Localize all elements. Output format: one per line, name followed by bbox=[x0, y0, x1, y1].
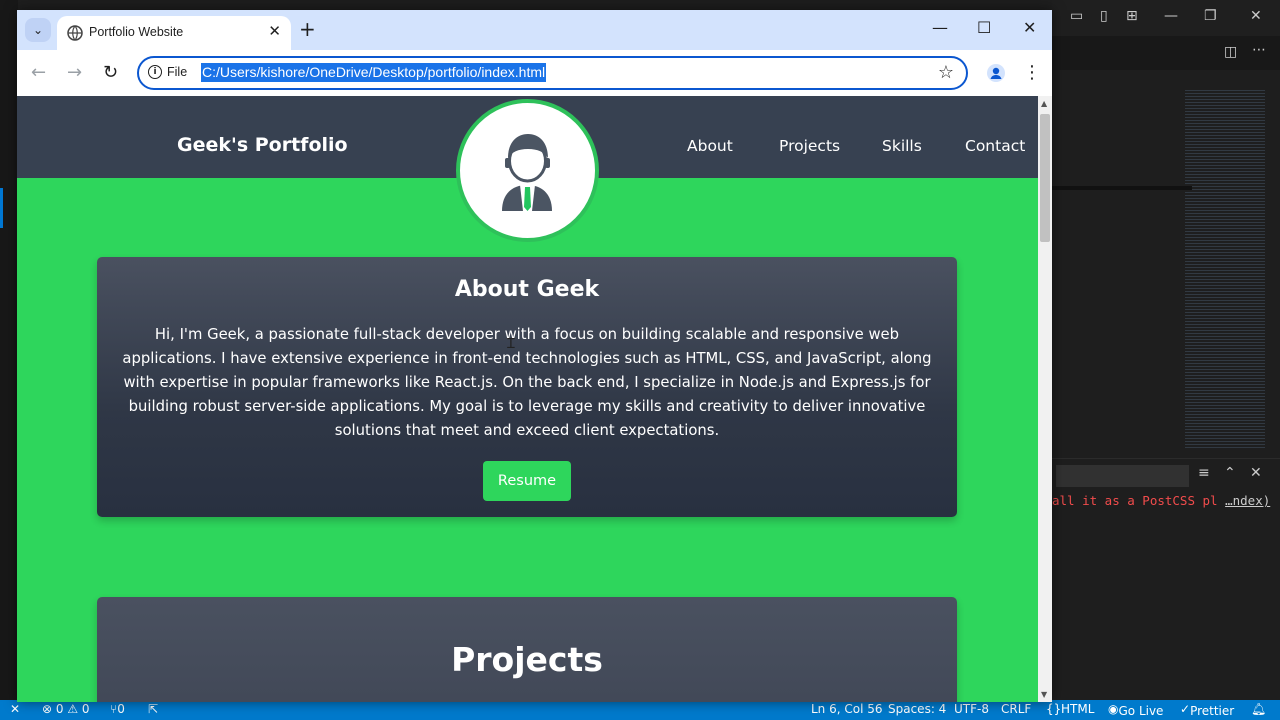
tab-search-chevron-down-icon[interactable]: ⌄ bbox=[25, 18, 51, 42]
editor-tab-bar: ◫ ⋯ bbox=[1052, 36, 1280, 70]
window-minimize-button[interactable]: — bbox=[932, 18, 948, 37]
prettier-button[interactable]: ✓ Prettier bbox=[1180, 702, 1234, 718]
site-info-icon[interactable]: i bbox=[148, 65, 162, 79]
terminal-error-line: all it as a PostCSS pl …ndex) bbox=[1052, 493, 1270, 508]
page-viewport: Geek's Portfolio About Projects Skills C… bbox=[17, 96, 1038, 702]
editor-minimap[interactable] bbox=[1185, 90, 1265, 450]
terminal-error-link[interactable]: …ndex) bbox=[1225, 493, 1270, 508]
customize-layout-icon[interactable]: ⊞ bbox=[1126, 8, 1138, 24]
window-close-button[interactable]: ✕ bbox=[1023, 18, 1036, 37]
split-editor-icon[interactable]: ◫ bbox=[1224, 44, 1237, 60]
line-endings[interactable]: CRLF bbox=[1001, 702, 1031, 716]
indentation[interactable]: Spaces: 4 bbox=[888, 702, 946, 716]
nav-link-about[interactable]: About bbox=[687, 137, 733, 155]
go-live-button[interactable]: ◉ Go Live bbox=[1108, 702, 1163, 718]
ports-indicator[interactable]: ⑂0 bbox=[110, 702, 125, 716]
editor-activity-bar bbox=[0, 0, 18, 700]
go-live-label: Go Live bbox=[1118, 704, 1164, 718]
scroll-down-arrow-icon[interactable]: ▼ bbox=[1041, 690, 1047, 699]
reload-icon[interactable]: ↻ bbox=[103, 62, 118, 83]
status-bar: ✕ ⊗ 0 ⚠ 0 ⑂0 ⇱ Ln 6, Col 56 Spaces: 4 UT… bbox=[0, 700, 1280, 720]
notifications-bell-icon[interactable]: 🔔︎ bbox=[1251, 702, 1266, 716]
tab-title: Portfolio Website bbox=[89, 25, 184, 39]
scroll-up-arrow-icon[interactable]: ▲ bbox=[1041, 99, 1047, 108]
browser-window: ⌄ Portfolio Website ✕ + — ☐ ✕ ← → ↻ i Fi… bbox=[17, 10, 1052, 702]
site-brand[interactable]: Geek's Portfolio bbox=[177, 134, 348, 156]
about-section: About Geek Hi, I'm Geek, a passionate fu… bbox=[97, 257, 957, 517]
live-share-icon[interactable]: ⇱ bbox=[148, 702, 158, 716]
browser-toolbar: ← → ↻ i File C:/Users/kishore/OneDrive/D… bbox=[17, 50, 1052, 96]
person-avatar-icon bbox=[502, 134, 552, 211]
about-text: Hi, I'm Geek, a passionate full-stack de… bbox=[122, 326, 932, 439]
editor-horizontal-scrollbar[interactable] bbox=[1052, 186, 1192, 190]
new-tab-button[interactable]: + bbox=[299, 17, 316, 41]
url-text-selected[interactable]: C:/Users/kishore/OneDrive/Desktop/portfo… bbox=[201, 63, 547, 82]
tab-close-icon[interactable]: ✕ bbox=[268, 22, 281, 40]
editor-minimize-icon[interactable]: — bbox=[1164, 8, 1178, 24]
nav-link-skills[interactable]: Skills bbox=[882, 137, 922, 155]
bookmark-star-icon[interactable]: ☆ bbox=[938, 62, 954, 83]
globe-icon bbox=[67, 25, 83, 41]
activity-active-marker bbox=[0, 188, 3, 228]
layout-sidebar-icon[interactable]: ▯ bbox=[1100, 8, 1108, 24]
about-title: About Geek bbox=[454, 277, 600, 302]
nav-link-projects[interactable]: Projects bbox=[779, 137, 840, 155]
panel-filter-input[interactable] bbox=[1056, 465, 1189, 487]
more-actions-icon[interactable]: ⋯ bbox=[1252, 42, 1266, 58]
scheme-label: File bbox=[167, 65, 188, 79]
editor-titlebar: ▭ ▯ ⊞ — ❐ ✕ bbox=[1052, 0, 1280, 36]
encoding[interactable]: UTF-8 bbox=[954, 702, 989, 716]
panel-list-icon[interactable]: ≡ bbox=[1198, 465, 1210, 481]
projects-section: Projects bbox=[97, 597, 957, 702]
problems-indicator[interactable]: ⊗ 0 ⚠ 0 bbox=[42, 702, 90, 716]
page-scrollbar[interactable]: ▲ ▼ bbox=[1038, 96, 1052, 702]
resume-button[interactable]: Resume bbox=[483, 461, 571, 501]
terminal-panel: ≡ ⌃ ✕ all it as a PostCSS pl …ndex) bbox=[1052, 458, 1280, 700]
remote-icon[interactable]: ✕ bbox=[10, 702, 20, 716]
editor-close-icon[interactable]: ✕ bbox=[1250, 8, 1262, 24]
profile-avatar-icon[interactable] bbox=[987, 64, 1005, 82]
window-maximize-button[interactable]: ☐ bbox=[977, 18, 991, 37]
panel-maximize-icon[interactable]: ⌃ bbox=[1224, 465, 1236, 481]
cursor-position[interactable]: Ln 6, Col 56 bbox=[811, 702, 883, 716]
language-mode[interactable]: HTML bbox=[1061, 702, 1094, 716]
tab-strip: ⌄ Portfolio Website ✕ + — ☐ ✕ bbox=[17, 10, 1052, 50]
panel-close-icon[interactable]: ✕ bbox=[1250, 465, 1262, 481]
projects-title: Projects bbox=[451, 640, 603, 679]
terminal-error-text: all it as a PostCSS pl bbox=[1052, 493, 1218, 508]
braces-icon: {} bbox=[1046, 702, 1062, 716]
address-bar[interactable]: i File C:/Users/kishore/OneDrive/Desktop… bbox=[137, 56, 968, 90]
scrollbar-thumb[interactable] bbox=[1040, 114, 1050, 242]
forward-arrow-icon[interactable]: → bbox=[67, 62, 82, 83]
layout-panel-icon[interactable]: ▭ bbox=[1070, 8, 1083, 24]
browser-tab-active[interactable]: Portfolio Website ✕ bbox=[57, 16, 291, 50]
nav-link-contact[interactable]: Contact bbox=[965, 137, 1025, 155]
back-arrow-icon[interactable]: ← bbox=[31, 62, 46, 83]
prettier-label: Prettier bbox=[1190, 704, 1235, 718]
text-cursor-icon: Ɪ bbox=[507, 336, 515, 352]
profile-avatar bbox=[456, 99, 599, 242]
editor-restore-icon[interactable]: ❐ bbox=[1204, 8, 1217, 24]
browser-menu-icon[interactable]: ⋮ bbox=[1023, 62, 1041, 83]
